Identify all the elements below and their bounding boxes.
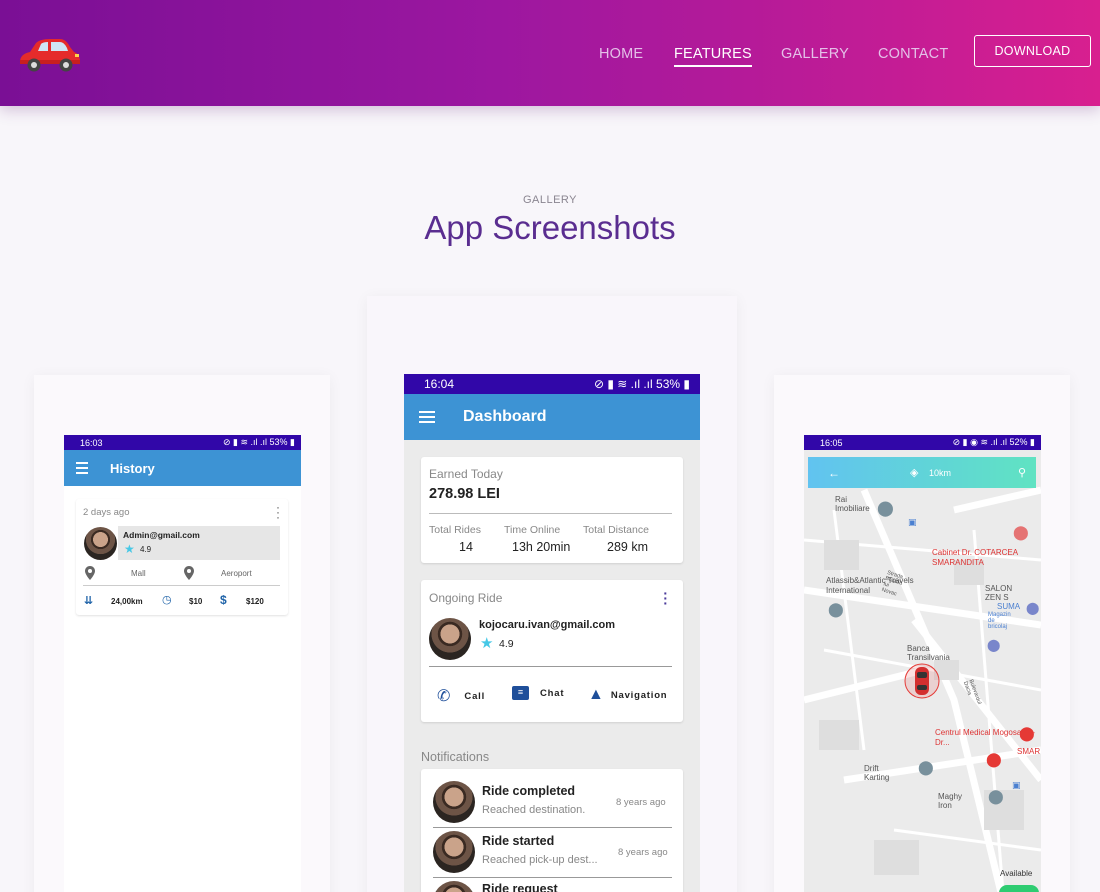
download-button[interactable]: DOWNLOAD — [974, 35, 1091, 67]
bus-stop-icon: ▣ — [1012, 780, 1021, 790]
back-arrow-icon[interactable]: ← — [828, 466, 840, 480]
stat-label: Total Distance — [583, 524, 649, 536]
notification-item[interactable]: Ride request — [421, 879, 683, 892]
distance-value: 24,00km — [111, 597, 143, 606]
notification-title: Ride completed — [482, 784, 576, 798]
chat-button[interactable]: ≡ Chat — [512, 686, 564, 700]
ongoing-label: Ongoing Ride — [429, 591, 503, 605]
timer-icon: ◷ — [162, 594, 172, 606]
menu-icon[interactable] — [419, 408, 435, 426]
more-icon[interactable]: · · · — [663, 586, 668, 610]
avatar — [429, 618, 471, 660]
stat-value: 13h 20min — [512, 540, 571, 554]
status-indicators: ⊘ ▮ ≋ .ıl .ıl 53% ▮ — [222, 437, 295, 447]
ongoing-ride-card[interactable]: Ongoing Ride · · · kojocaru.ivan@gmail.com… — [421, 580, 683, 722]
pin-icon — [184, 566, 194, 580]
stat-value: 14 — [459, 540, 473, 554]
avatar — [433, 881, 475, 892]
time-ago: 2 days ago — [83, 507, 130, 518]
nav-gallery[interactable]: GALLERY — [781, 46, 849, 62]
site-header: HOME FEATURES GALLERY CONTACT DOWNLOAD — [0, 0, 1100, 106]
pickup-location: Mall — [131, 569, 146, 578]
earned-value: 278.98 LEI — [429, 486, 500, 502]
navigation-button[interactable]: ▲ Navigation — [588, 686, 667, 704]
map-pin-icon: ⬤ — [828, 601, 844, 617]
avatar — [84, 527, 117, 560]
stat-label: Time Online — [504, 524, 561, 536]
notification-subtitle: Reached pick-up dest... — [482, 854, 598, 866]
dashboard-screenshot: 16:04 ⊘ ▮ ≋ .ıl .ıl 53% ▮ Dashboard Earn… — [404, 374, 700, 892]
stat-value: 289 km — [607, 540, 648, 554]
map-search-bar[interactable]: ← ◈ 10km ⚲ — [808, 457, 1036, 488]
search-icon[interactable]: ⚲ — [1018, 466, 1026, 479]
distance-icon: ⇊ — [84, 595, 94, 607]
earnings-card: Earned Today 278.98 LEI Total Rides 14 T… — [421, 457, 683, 563]
chat-icon: ≡ — [512, 686, 529, 700]
status-indicators: ⊘ ▮ ≋ .ıl .ıl 53% ▮ — [593, 377, 690, 391]
available-label: Available — [1000, 869, 1033, 878]
app-title: History — [110, 460, 155, 476]
star-icon: ★ — [480, 635, 494, 652]
pin-icon — [85, 566, 95, 580]
notification-title: Ride started — [482, 834, 555, 848]
avatar — [433, 831, 475, 873]
notification-time: 8 years ago — [618, 847, 668, 858]
earned-label: Earned Today — [429, 467, 503, 481]
notification-item[interactable]: Ride started Reached pick-up dest... 8 y… — [421, 828, 683, 883]
ride-history-card[interactable]: 2 days ago · · · Admin@gmail.com ★ 4.9 Mal… — [76, 499, 288, 615]
hospital-icon: ⬤ — [1019, 725, 1035, 741]
total-value: $120 — [246, 597, 264, 606]
phone-icon: ✆ — [437, 688, 451, 705]
driver-car-icon — [904, 663, 940, 699]
rating: 4.9 — [140, 545, 152, 554]
status-time: 16:03 — [80, 437, 103, 448]
nav-features[interactable]: FEATURES — [674, 46, 752, 67]
dropoff-location: Aeroport — [221, 569, 252, 578]
bus-stop-icon: ▣ — [908, 517, 917, 527]
star-icon: ★ — [124, 542, 135, 556]
map-pin-icon: ⬤ — [987, 638, 1001, 652]
navigation-icon: ▲ — [588, 686, 604, 703]
notification-item[interactable]: Ride completed Reached destination. 8 ye… — [421, 769, 683, 828]
notification-time: 8 years ago — [616, 797, 666, 808]
rating: 4.9 — [499, 638, 514, 650]
user-email: Admin@gmail.com — [123, 530, 200, 540]
stat-label: Total Rides — [429, 524, 481, 536]
status-time: 16:04 — [424, 377, 455, 391]
status-time: 16:05 — [820, 437, 843, 448]
map-screenshot: 16:05 ⊘ ▮ ◉ ≋ .ıl .ıl 52% ▮ ← ◈ 10km ⚲ R… — [804, 435, 1041, 892]
car-icon[interactable] — [16, 34, 82, 74]
search-distance: 10km — [929, 467, 952, 478]
status-indicators: ⊘ ▮ ◉ ≋ .ıl .ıl 52% ▮ — [952, 437, 1035, 447]
avatar — [433, 781, 475, 823]
cost-value: $10 — [189, 597, 203, 606]
map-pin-icon: ⬤ — [988, 788, 1004, 804]
nav-home[interactable]: HOME — [599, 46, 643, 62]
rider-email: kojocaru.ivan@gmail.com — [479, 619, 616, 631]
directions-icon: ◈ — [910, 467, 919, 479]
available-toggle[interactable] — [999, 885, 1039, 892]
section-title: App Screenshots — [424, 209, 676, 246]
map-pin-icon: ⬤ — [918, 759, 934, 775]
map-pin-icon: ⬤ — [1013, 524, 1029, 540]
map-pin-icon: ⬤ — [877, 500, 894, 517]
notification-subtitle: Reached destination. — [482, 804, 586, 816]
menu-icon[interactable] — [76, 459, 88, 477]
more-icon[interactable]: · · · — [276, 501, 280, 523]
call-button[interactable]: ✆ Call — [437, 686, 485, 706]
notification-title: Ride request — [482, 882, 558, 892]
nav-contact[interactable]: CONTACT — [878, 46, 948, 62]
history-screenshot: 16:03 ⊘ ▮ ≋ .ıl .ıl 53% ▮ History 2 days… — [64, 435, 301, 892]
dollar-icon: $ — [220, 593, 227, 607]
notifications-list: Ride completed Reached destination. 8 ye… — [421, 769, 683, 892]
notifications-label: Notifications — [421, 750, 490, 764]
hospital-icon: ⬤ — [986, 751, 1002, 767]
map-pin-icon: ⬤ — [1026, 601, 1040, 615]
section-label: GALLERY — [522, 194, 578, 206]
app-title: Dashboard — [463, 408, 547, 425]
